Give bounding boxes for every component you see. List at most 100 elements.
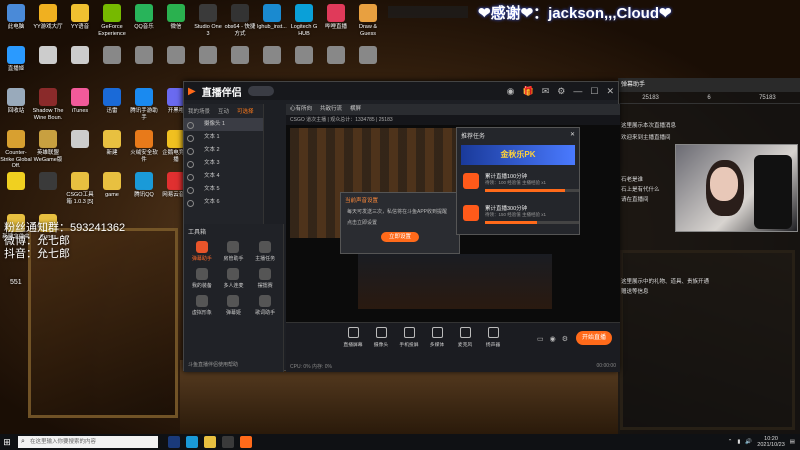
task-view-icon[interactable] — [168, 436, 180, 448]
desktop-icon[interactable]: iTunes — [64, 88, 96, 115]
toolbox-item[interactable]: 歌词助手 — [249, 295, 281, 316]
control-action-button[interactable]: 扬声器 — [482, 327, 504, 348]
toolbox-item[interactable]: 我的装备 — [186, 268, 218, 289]
desktop-icon[interactable]: Studio One 3 — [192, 4, 224, 37]
desktop-icon[interactable] — [192, 46, 224, 66]
desktop-icon[interactable]: 迅雷 — [96, 88, 128, 115]
desktop-icon[interactable] — [352, 46, 384, 66]
desktop-icon[interactable] — [160, 46, 192, 66]
control-action-button[interactable]: 直播屏幕 — [342, 327, 364, 348]
desktop-icon[interactable]: QQ音乐 — [128, 4, 160, 31]
edge-icon[interactable] — [186, 436, 198, 448]
toolbox-help-link[interactable]: 斗鱼直播伴侣使用帮助 — [188, 361, 238, 368]
desktop-icon[interactable] — [0, 172, 32, 192]
preview-tab[interactable]: 共敌行流 — [320, 104, 342, 115]
minimize-icon[interactable]: — — [573, 86, 582, 97]
desktop-icon[interactable] — [64, 130, 96, 150]
start-live-button[interactable]: 开始直播 — [576, 331, 612, 345]
desktop-icon[interactable] — [320, 46, 352, 66]
file-explorer-icon[interactable] — [204, 436, 216, 448]
desktop-icon[interactable]: GeForce Experience — [96, 4, 128, 37]
message-icon[interactable]: ✉ — [542, 86, 550, 97]
preview-tab[interactable]: 横屏 — [350, 104, 361, 115]
record-icon[interactable]: ▭ — [537, 335, 544, 343]
desktop-icon[interactable]: 英雄联盟WeGame版 — [32, 130, 64, 163]
desktop-icon[interactable]: 此电脑 — [0, 4, 32, 31]
desktop-icon[interactable] — [96, 46, 128, 66]
control-action-button[interactable]: 麦克风 — [454, 327, 476, 348]
task-item[interactable]: 累计直播100分钟 待领：100 经验值 主播经验 x1 — [461, 171, 579, 197]
toolbox-item[interactable]: 弹幕助手 — [186, 241, 218, 262]
gear-icon[interactable]: ⚙ — [562, 335, 568, 343]
toolbox-item[interactable]: 房管助手 — [218, 241, 250, 262]
desktop-icon[interactable] — [64, 46, 96, 66]
eye-icon[interactable]: ◉ — [550, 335, 556, 343]
desktop-icon[interactable]: lghub_inst... — [256, 4, 288, 31]
task-item[interactable]: 累计直播300分钟 待领：150 经验值 主播经验 x1 — [461, 203, 579, 229]
toolbox-item[interactable]: 主播任务 — [249, 241, 281, 262]
toolbox-item[interactable]: 虚拟形象 — [186, 295, 218, 316]
toolbox-item[interactable]: 弹幕姬 — [218, 295, 250, 316]
scene-item[interactable]: 文本 6 — [184, 196, 263, 209]
desktop-icon[interactable]: Shadow The Wine Boun. — [32, 88, 64, 121]
desktop-icon[interactable]: Logitech G HUB — [288, 4, 320, 37]
close-icon[interactable]: ✕ — [606, 86, 614, 97]
windows-start-icon[interactable]: ⊞ — [0, 434, 14, 450]
desktop-icon[interactable]: 新建 — [96, 130, 128, 157]
app-toggle[interactable] — [247, 86, 274, 96]
scene-item[interactable]: 摄像头 1 — [184, 118, 263, 131]
preview-tab[interactable]: 心有所向 — [290, 104, 312, 115]
task-banner[interactable]: 金秋乐PK — [461, 145, 575, 165]
scene-item[interactable]: 文本 1 — [184, 131, 263, 144]
live-companion-taskbar-icon[interactable] — [240, 436, 252, 448]
network-icon[interactable]: ▮ — [737, 439, 740, 445]
tray-arrow-icon[interactable]: ⌃ — [728, 439, 733, 445]
taskbar-pins — [168, 436, 252, 448]
tab-optional[interactable]: 可选择 — [237, 107, 254, 115]
desktop-icon[interactable]: obs64 - 快捷方式 — [224, 4, 256, 37]
control-action-button[interactable]: 多媒体 — [426, 327, 448, 348]
toolbox-item[interactable]: 多人连麦 — [218, 268, 250, 289]
desktop-icon[interactable]: 火绒安全软件 — [128, 130, 160, 163]
desktop-icon[interactable]: Draw & Guess — [352, 4, 384, 37]
desktop-icon[interactable]: 回收站 — [0, 88, 32, 115]
desktop-icon[interactable]: CSGO工具箱 1.0.3 [5] — [64, 172, 96, 205]
danmu-panel-header: 弹幕助手 — [618, 78, 800, 92]
scene-item[interactable]: 文本 5 — [184, 183, 263, 196]
toolbox-item[interactable]: 摆擂赛 — [249, 268, 281, 289]
close-icon[interactable]: ✕ — [570, 131, 575, 140]
desktop-icon[interactable]: 腾讯QQ — [128, 172, 160, 199]
desktop-icon[interactable] — [32, 46, 64, 66]
desktop-icon[interactable]: Counter-Strike Global Off. — [0, 130, 32, 170]
scene-item[interactable]: 文本 3 — [184, 157, 263, 170]
gift-icon[interactable]: 🎁 — [523, 86, 534, 97]
desktop-icon[interactable] — [224, 46, 256, 66]
app-icon[interactable] — [222, 436, 234, 448]
desktop-icon[interactable]: 微信 — [160, 4, 192, 31]
control-action-button[interactable]: 手机投屏 — [398, 327, 420, 348]
settings-icon[interactable]: ⚙ — [557, 86, 565, 97]
dialog-setup-button[interactable]: 立即设置 — [381, 232, 419, 242]
control-action-button[interactable]: 摄像头 — [370, 327, 392, 348]
tab-interact[interactable]: 互动 — [218, 107, 229, 115]
scene-item[interactable]: 文本 4 — [184, 170, 263, 183]
tab-my-scenes[interactable]: 我的场景 — [188, 107, 210, 115]
avatar[interactable]: ◉ — [507, 86, 515, 97]
maximize-icon[interactable]: ☐ — [590, 86, 598, 97]
volume-icon[interactable]: 🔊 — [745, 439, 752, 445]
clock[interactable]: 10:20 2021/10/23 — [757, 436, 785, 448]
desktop-icon[interactable] — [32, 172, 64, 192]
scene-item[interactable]: 文本 2 — [184, 144, 263, 157]
notification-icon[interactable]: ▤ — [790, 439, 795, 445]
desktop-icon[interactable]: 腾讯手游助手 — [128, 88, 160, 121]
desktop-icon[interactable]: YY游戏大厅 — [32, 4, 64, 31]
taskbar-search-input[interactable]: ⌕ 在这里输入你要搜索的内容 — [18, 436, 158, 448]
desktop-icon[interactable] — [128, 46, 160, 66]
app-titlebar[interactable]: ▶ 直播伴侣 ◉ 🎁 ✉ ⚙ — ☐ ✕ — [184, 82, 618, 100]
desktop-icon[interactable] — [288, 46, 320, 66]
desktop-icon[interactable]: 哔哩直播 — [320, 4, 352, 31]
desktop-icon[interactable]: game — [96, 172, 128, 199]
desktop-icon[interactable]: 直播姬 — [0, 46, 32, 73]
desktop-icon[interactable]: YY语音 — [64, 4, 96, 31]
desktop-icon[interactable] — [256, 46, 288, 66]
